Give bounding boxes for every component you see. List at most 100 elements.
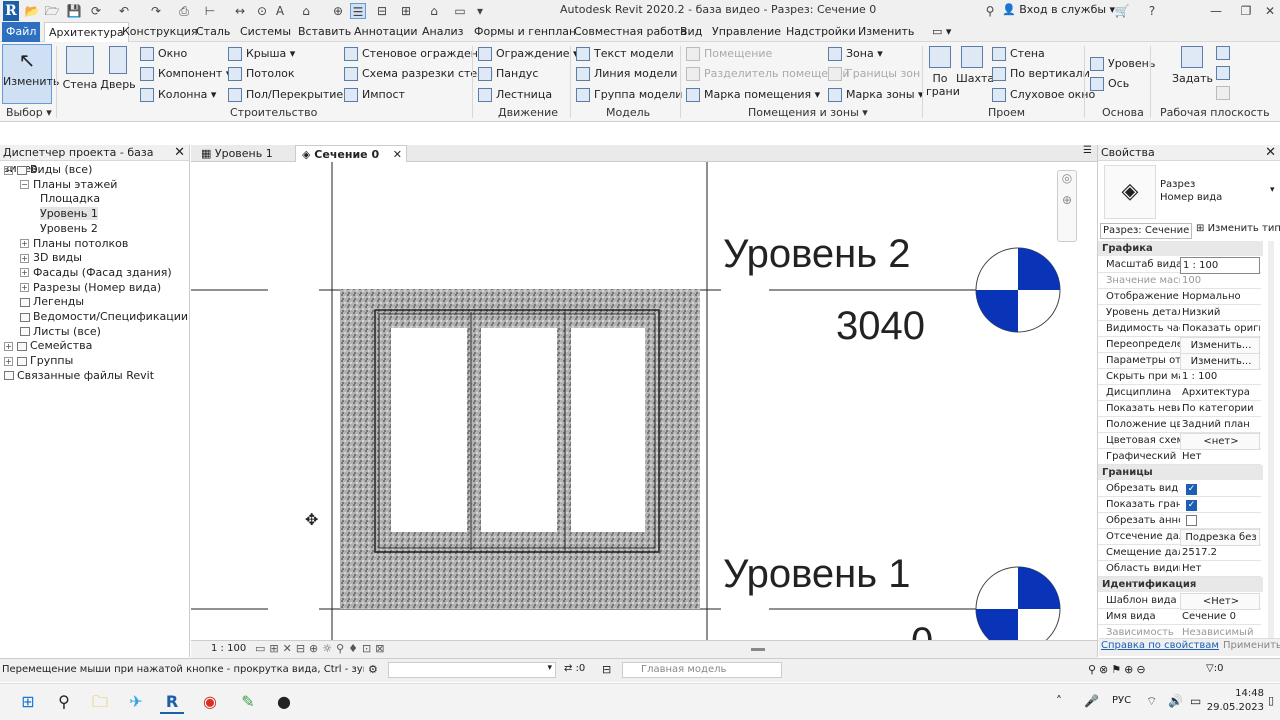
help-icon[interactable]: ? (1144, 3, 1160, 19)
close-icon[interactable]: ✕ (174, 145, 185, 161)
clock-time[interactable]: 14:48 (1232, 688, 1264, 699)
roof-tool[interactable]: Крыша ▾ (228, 44, 295, 64)
edit-type-button[interactable]: ⊞ Изменить тип (1196, 223, 1280, 234)
close-tab-icon[interactable]: ✕ (393, 146, 402, 163)
tab-section-0[interactable]: ◈ Сечение 0 ✕ (295, 145, 407, 162)
browser-item[interactable]: + Разрезы (Номер вида) (20, 281, 161, 296)
ref-plane-icon[interactable] (1216, 66, 1230, 80)
volume-icon[interactable]: 🔊 (1168, 694, 1183, 708)
text-icon[interactable]: A (272, 3, 288, 19)
show-workplane-icon[interactable] (1216, 46, 1230, 60)
wifi-icon[interactable]: ⌔ (1146, 694, 1157, 709)
level-1-label[interactable]: Уровень 1 (723, 552, 910, 597)
browser-item[interactable]: + Группы (4, 354, 73, 369)
stair-tool[interactable]: Лестница (478, 85, 552, 105)
tab-collaborate[interactable]: Совместная работа (570, 22, 691, 42)
room-tool[interactable]: Помещение (686, 44, 772, 64)
window-icon[interactable]: ▭ (452, 3, 468, 19)
browser-item[interactable]: Площадка (40, 192, 100, 207)
browser-item[interactable]: + Семейства (4, 339, 92, 354)
tab-manage[interactable]: Управление (708, 22, 785, 42)
level-1-elevation[interactable]: 0 (911, 620, 933, 640)
shaft-button[interactable]: Шахта (956, 46, 994, 85)
area-tool[interactable]: Зона ▾ (828, 44, 883, 64)
area-boundary-tool[interactable]: Границы зон (828, 64, 920, 84)
home-icon[interactable]: ⌂ (426, 3, 442, 19)
browser-item[interactable]: Листы (все) (20, 325, 101, 340)
3d-view-icon[interactable]: ⌂ (298, 3, 314, 19)
expand-icon[interactable]: + (20, 239, 29, 248)
browser-item[interactable]: +3D виды (20, 251, 82, 266)
thin-lines-icon[interactable]: ☰ (350, 3, 366, 19)
railing-tool[interactable]: Ограждение ▾ (478, 44, 579, 64)
tab-structure[interactable]: Конструкция (118, 22, 202, 42)
section-icon[interactable]: ⊕ (330, 3, 346, 19)
zoom-icon[interactable]: ⊕ (1058, 193, 1076, 207)
door-button[interactable]: Дверь (100, 46, 136, 91)
tab-systems[interactable]: Системы (236, 22, 295, 42)
modify-button[interactable]: ↖ Изменить (2, 44, 59, 104)
revit-taskbar-icon[interactable]: R (160, 690, 184, 714)
expand-icon[interactable]: + (4, 341, 13, 351)
tab-level-1[interactable]: ▦ Уровень 1 (195, 145, 279, 162)
type-selector-chevron-icon[interactable]: ▾ (1270, 185, 1275, 195)
level-2-label[interactable]: Уровень 2 (723, 232, 910, 277)
tray-chevron-icon[interactable]: ˄ (1056, 694, 1062, 708)
tag-icon[interactable]: ⊙ (254, 3, 270, 19)
notifications-icon[interactable]: ▯ (1268, 694, 1274, 707)
model-text-tool[interactable]: Текст модели (576, 44, 674, 64)
browser-item[interactable]: Связанные файлы Revit (4, 369, 154, 384)
app-icon[interactable]: ✎ (236, 690, 260, 714)
model-group-tool[interactable]: Группа модели ▾ (576, 85, 691, 105)
measure-icon[interactable]: ⊢ (202, 3, 218, 19)
minimize-button[interactable]: — (1208, 3, 1224, 19)
redo-icon[interactable]: ↷ (148, 3, 164, 19)
model-line-tool[interactable]: Линия модели (576, 64, 677, 84)
clock-date[interactable]: 29.05.2023 (1204, 702, 1264, 713)
property-checkbox[interactable] (1186, 515, 1197, 526)
property-group-header[interactable]: Границы (1098, 465, 1263, 480)
save-icon[interactable]: 💾 (66, 3, 82, 19)
wall-button[interactable]: Стена (62, 46, 98, 91)
browser-item[interactable]: − Виды (все) (4, 163, 92, 178)
selection-filter[interactable]: ▽:0 (1206, 663, 1223, 674)
browser-item[interactable]: + Фасады (Фасад здания) (20, 266, 172, 281)
design-option-dropdown[interactable]: Главная модель (622, 662, 782, 678)
property-edit-button[interactable]: <Нет> (1180, 593, 1260, 610)
steering-wheel-icon[interactable]: ◎ (1058, 171, 1076, 185)
grid-tool[interactable]: Ось (1090, 74, 1129, 94)
set-workplane-button[interactable]: Задать (1172, 46, 1213, 85)
print-icon[interactable]: ⎙ (176, 3, 192, 19)
window-tool[interactable]: Окно (140, 44, 187, 64)
tab-file[interactable]: Файл (2, 22, 41, 42)
worksets-icon[interactable]: ⚙ (368, 663, 378, 676)
open-folder-icon[interactable]: 🗁 (44, 3, 60, 19)
tab-addins[interactable]: Надстройки (782, 22, 860, 42)
tab-architecture[interactable]: Архитектура (44, 22, 129, 42)
wall-opening-tool[interactable]: Стена (992, 44, 1045, 64)
close-hidden-icon[interactable]: ⊟ (374, 3, 390, 19)
ramp-tool[interactable]: Пандус (478, 64, 538, 84)
design-options-icon[interactable]: ⊟ (602, 663, 611, 676)
view-controls-icons[interactable]: ▭⊞✕⊟⊕☼⚲♦⊡⊠ (255, 642, 388, 655)
tab-massing[interactable]: Формы и генплан (470, 22, 580, 42)
room-panel-label[interactable]: Помещения и зоны ▾ (748, 106, 868, 121)
ceiling-tool[interactable]: Потолок (228, 64, 295, 84)
undo-icon[interactable]: ↶ (116, 3, 132, 19)
editing-requests[interactable]: ⇄ :0 (564, 663, 585, 674)
apply-button[interactable]: Применить (1223, 640, 1280, 651)
recorder-icon[interactable]: ● (272, 690, 296, 714)
microphone-icon[interactable]: 🎤 (1084, 694, 1099, 708)
cart-icon[interactable]: 🛒 (1114, 3, 1130, 19)
dimension-icon[interactable]: ↔ (232, 3, 248, 19)
open-icon[interactable]: 📂 (24, 3, 40, 19)
curtain-grid-tool[interactable]: Схема разрезки стены (344, 64, 493, 84)
area-tag-tool[interactable]: Марка зоны ▾ (828, 85, 924, 105)
expand-icon[interactable]: + (20, 283, 29, 293)
property-group-header[interactable]: Графика (1098, 241, 1263, 256)
collapse-icon[interactable]: − (4, 165, 13, 175)
sign-in-button[interactable]: 👤 Вход в службы ▾ (1002, 3, 1115, 16)
workset-dropdown[interactable]: ▾ (388, 662, 556, 678)
property-value[interactable]: 1 : 100 (1180, 257, 1260, 274)
tab-annotate[interactable]: Аннотации (350, 22, 422, 42)
